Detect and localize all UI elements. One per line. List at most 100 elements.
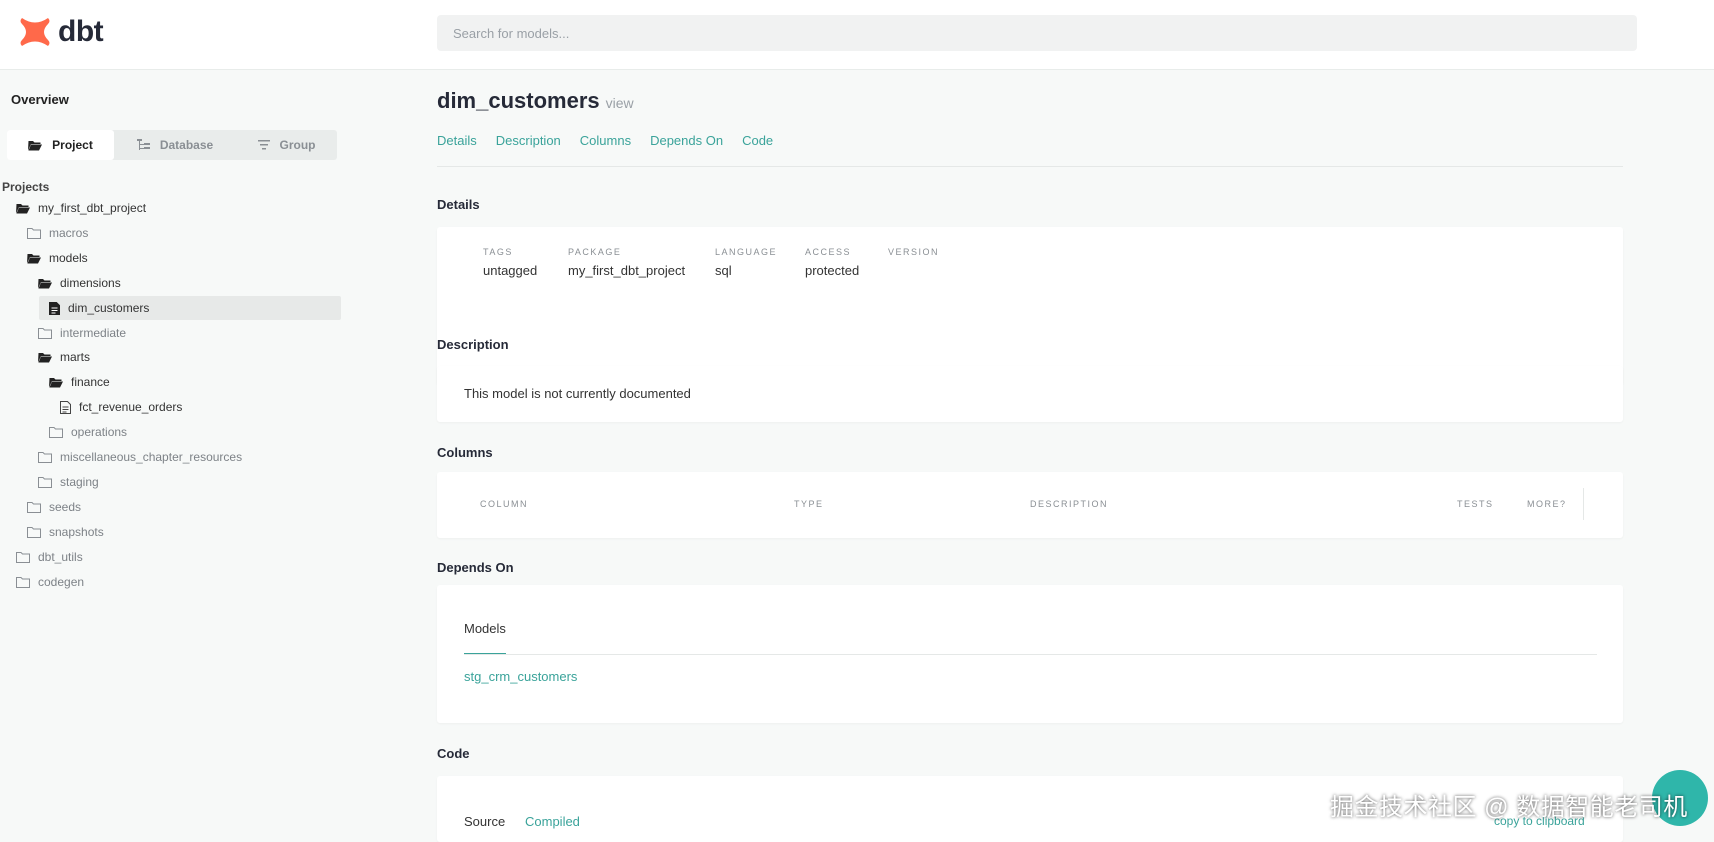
tree-item-miscellaneous-chapter-resources[interactable]: miscellaneous_chapter_resources (28, 445, 242, 469)
dependency-link[interactable]: stg_crm_customers (464, 669, 577, 684)
tree-item-label: seeds (49, 500, 82, 514)
nav-code[interactable]: Code (742, 133, 773, 148)
file-icon (60, 400, 79, 414)
group-tab[interactable]: Group (236, 130, 337, 160)
detail-value: untagged (483, 263, 538, 278)
overview-link[interactable]: Overview (11, 92, 69, 107)
tree-item-marts[interactable]: marts (28, 345, 90, 369)
detail-key: ACCESS (805, 247, 852, 257)
tree-item-label: miscellaneous_chapter_resources (60, 450, 243, 464)
nav-divider (437, 166, 1623, 167)
column-header-more[interactable]: MORE? (1527, 499, 1567, 509)
tree-item-models[interactable]: models (17, 246, 88, 270)
materialization-label: view (605, 95, 634, 111)
tree-item-seeds[interactable]: seeds (17, 495, 81, 519)
detail-access: ACCESS protected (805, 247, 859, 278)
details-card: TAGS untagged PACKAGE my_first_dbt_proje… (437, 227, 1623, 385)
description-card: This model is not currently documented (437, 366, 1623, 422)
code-heading: Code (437, 746, 470, 761)
folder-icon (49, 426, 71, 438)
description-text: This model is not currently documented (464, 386, 691, 401)
depends-on-heading: Depends On (437, 560, 514, 575)
tree-item-my-first-dbt-project[interactable]: my_first_dbt_project (6, 196, 146, 220)
folder-open-icon (28, 140, 43, 151)
tree-item-label: dimensions (60, 276, 121, 290)
page-title: dim_customers (437, 88, 600, 113)
tree-item-fct-revenue-orders[interactable]: fct_revenue_orders (50, 395, 182, 419)
folder-icon (38, 476, 60, 488)
detail-value: sql (715, 263, 732, 278)
models-tab[interactable]: Models (464, 621, 506, 636)
tab-divider (464, 654, 1597, 655)
nav-columns[interactable]: Columns (580, 133, 631, 148)
detail-language: LANGUAGE sql (715, 247, 777, 278)
tree-item-label: snapshots (49, 525, 104, 539)
tree-item-codegen[interactable]: codegen (6, 570, 84, 594)
folder-icon (16, 551, 38, 563)
folder-open-icon (49, 377, 71, 388)
dbt-logo[interactable]: dbt (18, 15, 104, 49)
tree-item-staging[interactable]: staging (28, 470, 99, 494)
tree-item-macros[interactable]: macros (17, 221, 88, 245)
folder-open-icon (27, 253, 49, 264)
tree-item-snapshots[interactable]: snapshots (17, 520, 104, 544)
description-heading: Description (437, 337, 509, 352)
nav-description[interactable]: Description (496, 133, 561, 148)
column-header-tests[interactable]: TESTS (1457, 499, 1494, 509)
tree-item-label: codegen (38, 575, 85, 589)
detail-key: TAGS (483, 247, 513, 257)
tree-item-label: operations (71, 425, 128, 439)
search-input[interactable] (437, 15, 1637, 51)
folder-open-icon (16, 203, 38, 214)
folder-icon (16, 576, 38, 588)
detail-package: PACKAGE my_first_dbt_project (568, 247, 685, 278)
tree-item-label: fct_revenue_orders (79, 400, 183, 414)
column-header-type[interactable]: TYPE (794, 499, 824, 509)
tree-item-finance[interactable]: finance (39, 370, 110, 394)
tree-item-label: my_first_dbt_project (38, 201, 147, 215)
tree-item-operations[interactable]: operations (39, 420, 127, 444)
detail-version: VERSION (888, 247, 939, 263)
tree-item-label: staging (60, 475, 99, 489)
detail-key: VERSION (888, 247, 940, 257)
detail-value: protected (805, 263, 860, 278)
dbt-logo-icon (20, 18, 50, 46)
tree-item-dim-customers[interactable]: dim_customers (39, 296, 341, 320)
section-nav: Details Description Columns Depends On C… (437, 133, 792, 148)
column-scroll-divider (1583, 488, 1584, 520)
nav-depends-on[interactable]: Depends On (650, 133, 723, 148)
folder-open-icon (38, 352, 60, 363)
tree-item-label: finance (71, 375, 110, 389)
column-header-column[interactable]: COLUMN (480, 499, 528, 509)
nav-details[interactable]: Details (437, 133, 477, 148)
column-header-description[interactable]: DESCRIPTION (1030, 499, 1108, 509)
project-tab-label: Project (52, 138, 93, 152)
main-content: dim_customers view Details Description C… (437, 70, 1623, 842)
detail-key: LANGUAGE (715, 247, 778, 257)
detail-tags: TAGS untagged (483, 247, 537, 278)
tree-item-label: marts (60, 350, 90, 364)
database-tab[interactable]: Database (114, 130, 236, 160)
folder-open-icon (38, 278, 60, 289)
sidebar: Overview Project Database Group Projects… (0, 70, 400, 842)
projects-heading: Projects (2, 180, 50, 194)
compiled-tab[interactable]: Compiled (525, 814, 580, 829)
folder-icon (38, 451, 60, 463)
tree-item-dbt-utils[interactable]: dbt_utils (6, 545, 83, 569)
project-tab[interactable]: Project (7, 130, 114, 160)
folder-icon (27, 501, 49, 513)
tree-item-dimensions[interactable]: dimensions (28, 271, 121, 295)
depends-on-card: Models stg_crm_customers (437, 585, 1623, 723)
detail-key: PACKAGE (568, 247, 622, 257)
tree-item-intermediate[interactable]: intermediate (28, 321, 126, 345)
view-switcher: Project Database Group (7, 130, 337, 160)
top-header: dbt (0, 0, 1714, 70)
folder-icon (27, 526, 49, 538)
tree-item-label: models (49, 251, 88, 265)
details-heading: Details (437, 197, 480, 212)
database-tree-icon (136, 139, 150, 151)
watermark-text: 掘金技术社区 @ 数据智能老司机 (1330, 794, 1688, 821)
database-tab-label: Database (159, 138, 214, 152)
source-tab[interactable]: Source (464, 814, 505, 829)
folder-icon (27, 227, 49, 239)
